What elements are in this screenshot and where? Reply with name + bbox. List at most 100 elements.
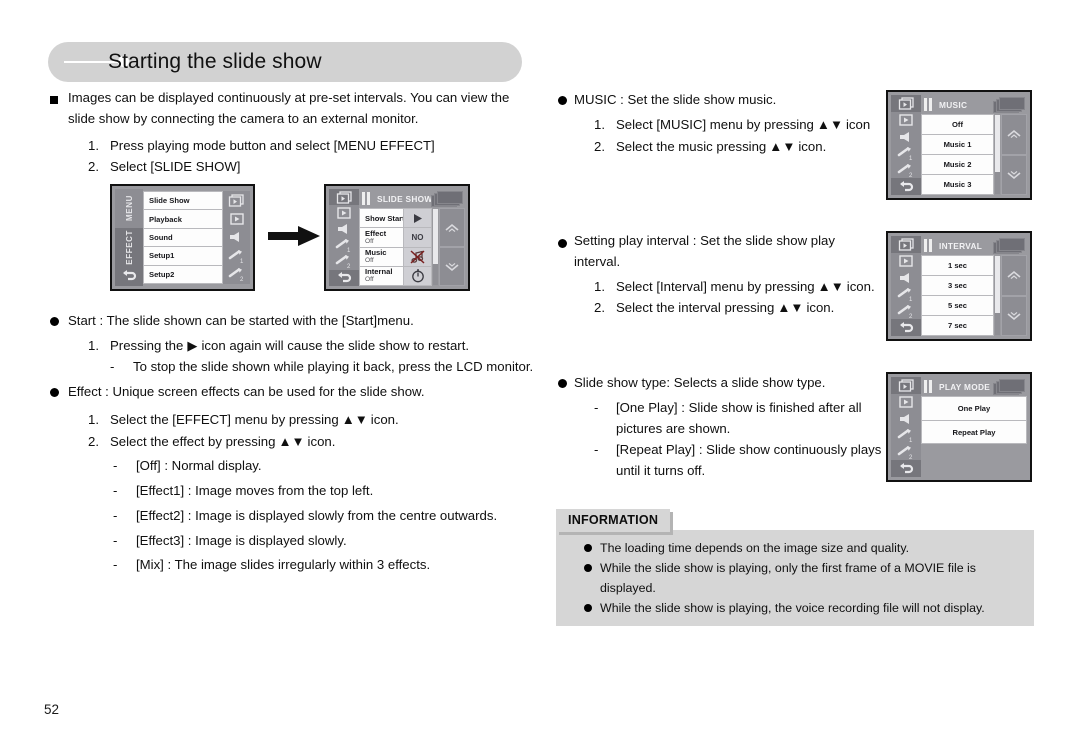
sidebar-sound-icon-interval[interactable] bbox=[891, 269, 921, 286]
title-stack-decor-playmode bbox=[991, 379, 1025, 395]
sidebar-return-icon-playmode[interactable] bbox=[891, 460, 921, 478]
effect-step-1-pre: Select the [EFFECT] menu by pressing bbox=[110, 412, 339, 427]
sidebar-setup2-icon-playmode[interactable]: 2 bbox=[891, 444, 921, 461]
interval-heading: Setting play interval : Set the slide sh… bbox=[574, 233, 835, 269]
updown-arrows-icon-5: ▲▼ bbox=[817, 279, 844, 294]
interval-scrollbar-thumb[interactable] bbox=[995, 256, 1000, 313]
music-row-music3[interactable]: Music 3 bbox=[921, 174, 994, 195]
effect-step-1-post: icon. bbox=[370, 412, 399, 427]
menu-effect-side-tabs: MENU EFFECT bbox=[115, 189, 143, 286]
effect-item-dash-1: - bbox=[113, 483, 118, 498]
info-bullet-2 bbox=[584, 604, 592, 612]
slideshow-row-internal[interactable]: Internal Off bbox=[359, 265, 432, 286]
flow-arrow-icon bbox=[268, 226, 320, 246]
sidebar-return-icon[interactable] bbox=[329, 269, 359, 287]
effect-value-no[interactable]: NO bbox=[403, 228, 431, 247]
sidebar-setup2-icon[interactable]: 2 bbox=[329, 254, 359, 270]
playback-icon bbox=[223, 210, 250, 229]
sidebar-setup2-icon-music[interactable]: 2 bbox=[891, 162, 921, 179]
intro-step-2-text: Select [SLIDE SHOW] bbox=[110, 159, 241, 174]
sidebar-setup1-icon-music[interactable]: 1 bbox=[891, 145, 921, 162]
intro-step-1-text: Press playing mode button and select [ME… bbox=[110, 138, 435, 153]
information-item-text-0: The loading time depends on the image si… bbox=[600, 541, 910, 555]
menu-row-slide-show[interactable]: Slide Show bbox=[143, 191, 223, 210]
slideshow-row-music[interactable]: Music Off bbox=[359, 246, 432, 266]
sidebar-setup1-icon-interval[interactable]: 1 bbox=[891, 286, 921, 303]
sidebar-setup1-icon[interactable]: 1 bbox=[329, 238, 359, 254]
music-row-music2[interactable]: Music 2 bbox=[921, 154, 994, 174]
setup2-icon: 2 bbox=[223, 265, 250, 284]
tab-menu[interactable]: MENU bbox=[115, 189, 143, 228]
menu-row-sound[interactable]: Sound bbox=[143, 227, 223, 247]
clock-icon[interactable] bbox=[403, 266, 431, 285]
play-mode-row-one-play[interactable]: One Play bbox=[921, 396, 1027, 420]
chevron-up-icon-music[interactable] bbox=[1001, 114, 1027, 155]
sidebar-sound-icon-playmode[interactable] bbox=[891, 410, 921, 427]
sidebar-return-icon-interval[interactable] bbox=[891, 319, 921, 337]
sidebar-slideshow-icon[interactable] bbox=[329, 189, 359, 206]
sidebar-playback-icon-playmode[interactable] bbox=[891, 394, 921, 411]
sidebar-slideshow-icon-music[interactable] bbox=[891, 95, 921, 112]
slideshow-row-effect[interactable]: Effect Off NO bbox=[359, 227, 432, 247]
start-step-1-post: icon again will cause the slide show to … bbox=[201, 338, 470, 353]
interval-row-1sec[interactable]: 1 sec bbox=[921, 255, 994, 275]
slideshow-type-dash-1: - bbox=[594, 442, 599, 457]
music-row-off[interactable]: Off bbox=[921, 114, 994, 134]
menu-row-setup2[interactable]: Setup2 bbox=[143, 264, 223, 285]
music-step-2-text: Select the music pressing ▲▼ icon. bbox=[616, 137, 826, 158]
sidebar-playback-icon-interval[interactable] bbox=[891, 253, 921, 270]
sidebar-return-icon-music[interactable] bbox=[891, 178, 921, 196]
scrollbar-thumb[interactable] bbox=[433, 209, 438, 264]
sidebar-sound-icon[interactable] bbox=[329, 221, 359, 237]
effect-item-4: [Mix] : The image slides irregularly wit… bbox=[136, 557, 431, 572]
play-mode-title-bar: PLAY MODE bbox=[921, 377, 1027, 396]
chevron-down-icon-music[interactable] bbox=[1001, 154, 1027, 195]
interval-row-5sec[interactable]: 5 sec bbox=[921, 295, 994, 315]
sidebar-playback-icon-music[interactable] bbox=[891, 112, 921, 129]
tab-effect[interactable]: EFFECT bbox=[115, 227, 143, 267]
menu-row-playback[interactable]: Playback bbox=[143, 209, 223, 228]
music-scrollbar-thumb[interactable] bbox=[995, 115, 1000, 172]
chevron-down-icon[interactable] bbox=[439, 247, 465, 286]
slideshow-type-dash-0: - bbox=[594, 400, 599, 415]
updown-arrows-icon-3: ▲▼ bbox=[816, 117, 843, 132]
chevron-up-icon[interactable] bbox=[439, 208, 465, 247]
intro-paragraph: Images can be displayed continuously at … bbox=[68, 90, 510, 126]
svg-text:1: 1 bbox=[909, 297, 913, 302]
sidebar-setup1-icon-playmode[interactable]: 1 bbox=[891, 427, 921, 444]
list-scrollbar[interactable] bbox=[433, 209, 438, 285]
return-icon[interactable] bbox=[115, 266, 143, 286]
interval-row-7sec[interactable]: 7 sec bbox=[921, 315, 994, 336]
interval-row-3sec[interactable]: 3 sec bbox=[921, 275, 994, 295]
effect-bullet bbox=[50, 388, 59, 397]
sidebar-playback-icon[interactable] bbox=[329, 205, 359, 221]
updown-arrows-icon: ▲▼ bbox=[341, 412, 368, 427]
play-mode-row-repeat-play[interactable]: Repeat Play bbox=[921, 420, 1027, 444]
page-number: 52 bbox=[44, 702, 60, 717]
sidebar-setup2-icon-interval[interactable]: 2 bbox=[891, 303, 921, 320]
title-bars-decor-music bbox=[924, 98, 933, 111]
music-side-icons: 1 2 bbox=[891, 95, 921, 196]
slideshow-type-bullet bbox=[558, 379, 567, 388]
interval-scrollbar[interactable] bbox=[995, 256, 1000, 335]
interval-bullet bbox=[558, 239, 567, 248]
title-bars-decor-interval bbox=[924, 239, 933, 252]
sidebar-slideshow-icon-playmode[interactable] bbox=[891, 377, 921, 394]
music-scrollbar[interactable] bbox=[995, 115, 1000, 194]
play-icon[interactable] bbox=[403, 209, 431, 228]
chevron-down-icon-interval[interactable] bbox=[1001, 295, 1027, 336]
svg-text:1: 1 bbox=[909, 156, 913, 161]
svg-text:2: 2 bbox=[909, 173, 913, 178]
effect-step-2-number: 2. bbox=[88, 434, 99, 449]
sidebar-sound-icon-music[interactable] bbox=[891, 128, 921, 145]
start-bullet bbox=[50, 317, 59, 326]
title-stack-decor-music bbox=[991, 97, 1025, 113]
music-off-icon[interactable] bbox=[403, 247, 431, 266]
intro-step-2-number: 2. bbox=[88, 159, 99, 174]
music-row-music1[interactable]: Music 1 bbox=[921, 134, 994, 154]
menu-row-setup1[interactable]: Setup1 bbox=[143, 246, 223, 265]
sidebar-slideshow-icon-interval[interactable] bbox=[891, 236, 921, 253]
slideshow-row-show-start[interactable]: Show Start bbox=[359, 208, 432, 228]
chevron-up-icon-interval[interactable] bbox=[1001, 255, 1027, 296]
start-step-1-text: Pressing the ▶ icon again will cause the s… bbox=[110, 336, 469, 357]
